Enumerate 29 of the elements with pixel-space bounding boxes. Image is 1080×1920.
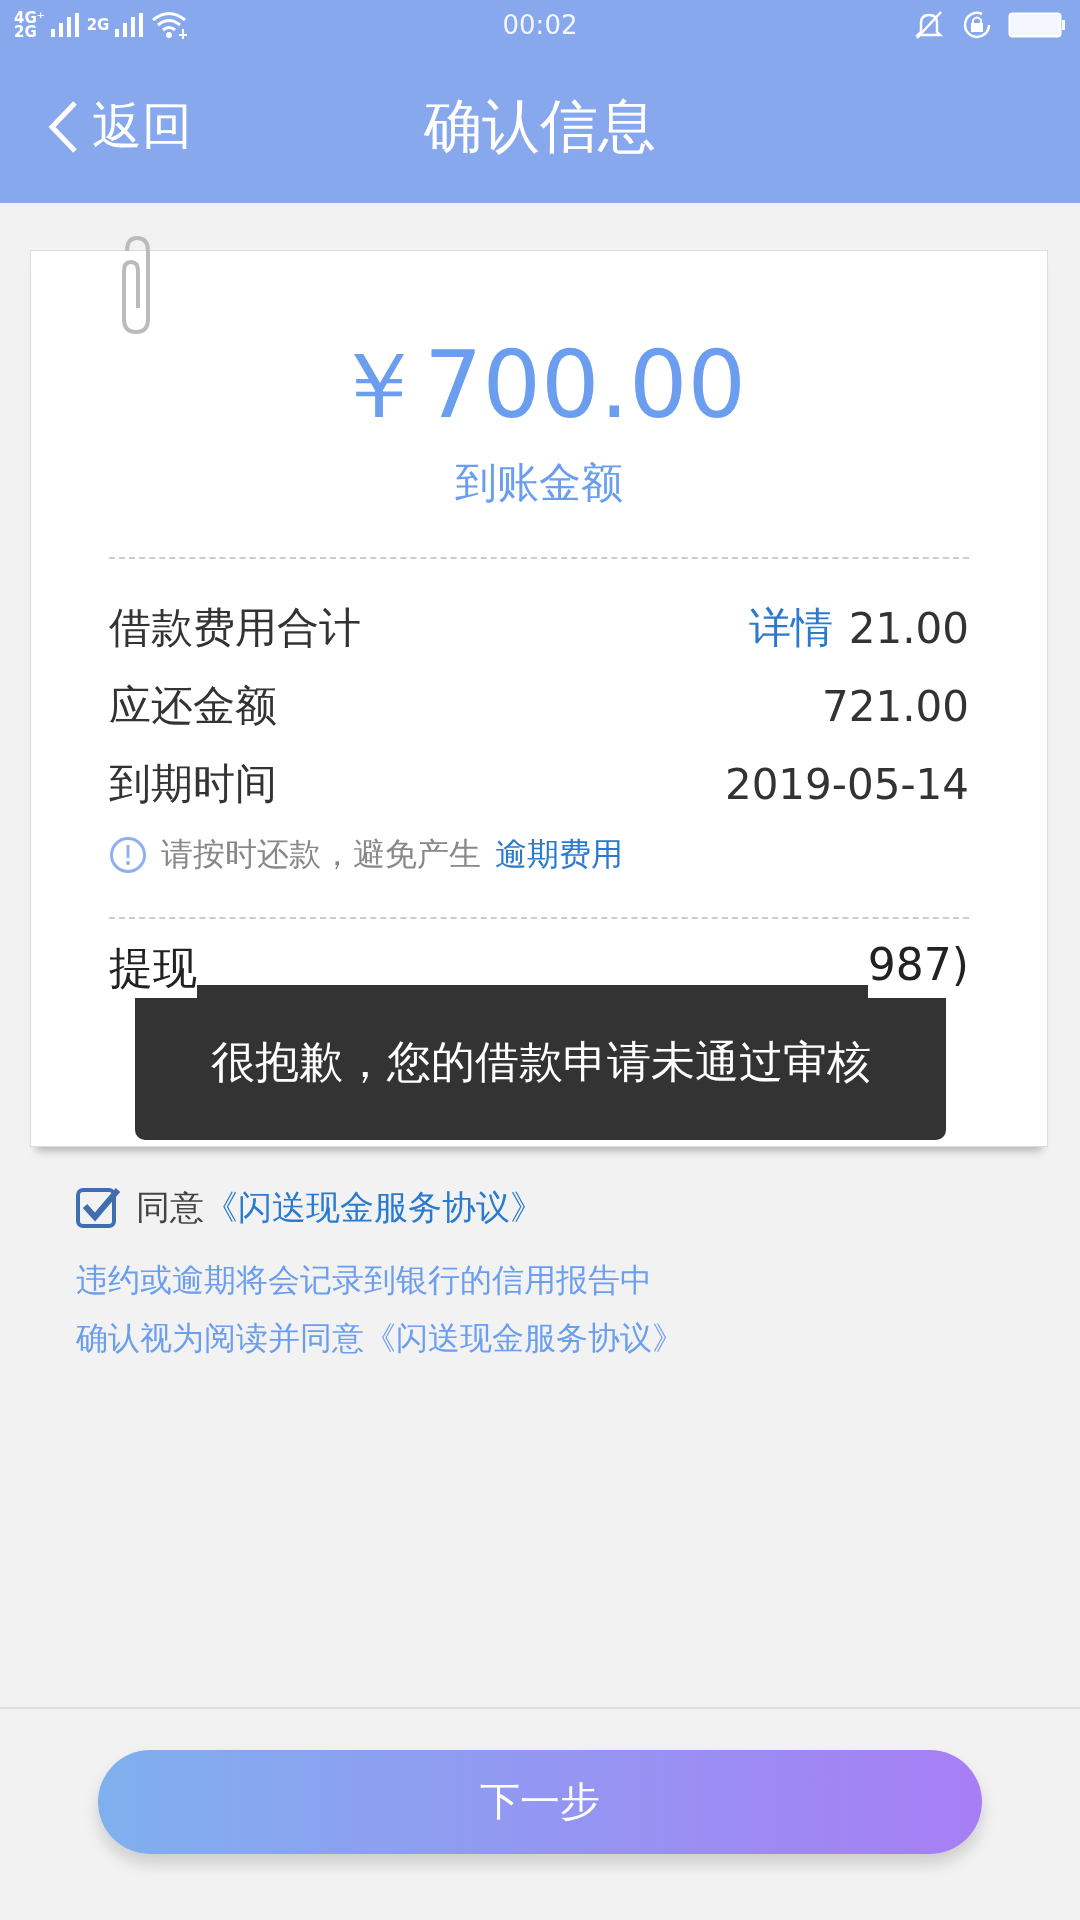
overdue-fee-link[interactable]: 逾期费用 [495,833,623,877]
amount-label: 到账金额 [454,457,624,509]
row-label: 应还金额 [109,680,277,732]
row-value: 721.00 [822,681,969,731]
network-label: 2G [86,16,110,34]
back-button[interactable]: 返回 [48,93,192,160]
row-value: 2019-05-14 [724,759,969,809]
row-label: 借款费用合计 [109,602,361,654]
network-label: 4G⁺ [14,11,45,25]
details-link[interactable]: 详情 [748,600,833,656]
page-title: 确认信息 [424,91,656,160]
agreement-checkbox[interactable] [76,1186,120,1230]
agreement-link[interactable]: 《闪送现金服务协议》 [204,1185,544,1231]
signal-icon [115,13,146,37]
back-chevron-icon [48,99,78,154]
amount: ￥700.00 [331,331,747,441]
signal-icon [50,13,81,37]
agree-label: 同意 [136,1186,204,1229]
next-button[interactable]: 下一步 [98,1749,982,1854]
row-value: 21.00 [848,603,969,653]
info-icon [109,836,147,874]
row-label: 到期时间 [109,758,277,810]
paperclip-icon [119,235,153,335]
battery-icon [1008,12,1066,38]
network-label: 2G [14,25,38,39]
notice-text: 确认视为阅读并同意《闪送现金服务协议》 [76,1318,685,1359]
repayment-notice: 请按时还款，避免产生 [161,834,481,875]
notice-text: 违约或逾期将会记录到银行的信用报告中 [76,1260,653,1301]
status-time: 00:02 [501,10,579,40]
